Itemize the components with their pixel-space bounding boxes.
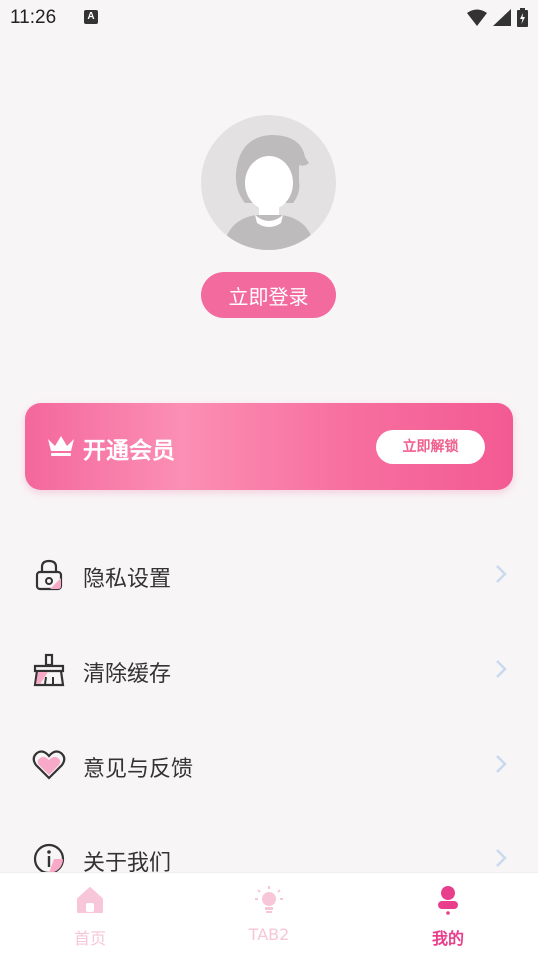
notification-icon: A (84, 10, 98, 24)
system-icons (467, 8, 528, 27)
tab-tab2[interactable]: TAB2 (209, 873, 329, 957)
chevron-right-icon (496, 755, 507, 773)
status-bar: 11:26 A (0, 0, 538, 36)
tab-label: TAB2 (248, 925, 290, 944)
chevron-right-icon (496, 565, 507, 583)
battery-icon (517, 8, 528, 27)
login-button[interactable]: 立即登录 (201, 272, 336, 318)
menu-item-clear-cache[interactable]: 清除缓存 (0, 635, 538, 705)
avatar[interactable] (201, 115, 336, 250)
menu-label: 隐私设置 (83, 567, 172, 592)
menu-label: 清除缓存 (83, 662, 172, 687)
info-icon (33, 843, 65, 875)
avatar-placeholder-icon (223, 135, 315, 250)
status-time: 11:26 (10, 7, 57, 28)
menu-item-feedback[interactable]: 意见与反馈 (0, 730, 538, 800)
vip-title: 开通会员 (83, 438, 175, 464)
tab-label: 首页 (73, 929, 106, 948)
tab-label: 我的 (431, 929, 464, 948)
bottom-nav: 首页 TAB2 我的 (0, 872, 538, 957)
signal-icon (493, 9, 511, 26)
lock-icon (35, 559, 63, 591)
broom-icon (33, 653, 65, 687)
tab-home[interactable]: 首页 (30, 873, 150, 957)
person-icon (438, 886, 458, 915)
menu-item-privacy[interactable]: 隐私设置 (0, 540, 538, 610)
crown-icon (48, 436, 74, 456)
tab-mine[interactable]: 我的 (388, 873, 508, 957)
wifi-icon (467, 9, 487, 26)
heart-icon (32, 750, 66, 780)
chevron-right-icon (496, 849, 507, 867)
bulb-icon (255, 886, 283, 913)
menu-label: 意见与反馈 (83, 757, 194, 782)
home-icon (77, 887, 103, 913)
vip-banner[interactable]: 开通会员 立即解锁 (25, 403, 513, 490)
vip-unlock-button[interactable]: 立即解锁 (376, 430, 485, 464)
chevron-right-icon (496, 660, 507, 678)
